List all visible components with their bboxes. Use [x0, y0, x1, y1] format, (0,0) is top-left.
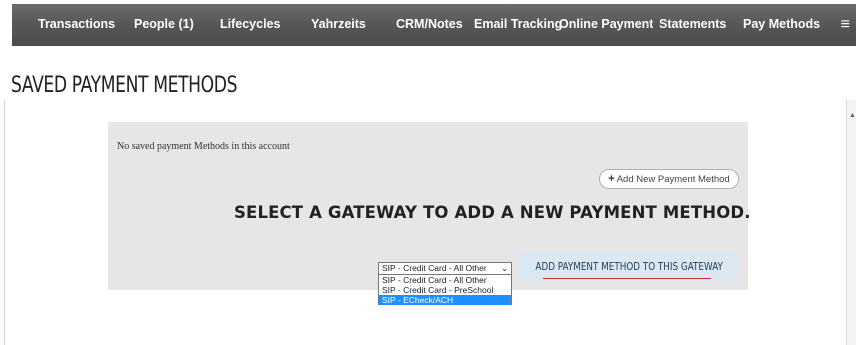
nav-yahrzeits[interactable]: Yahrzeits — [311, 17, 366, 31]
chevron-down-icon: ⌄ — [501, 264, 508, 273]
select-gateway-heading: SELECT A GATEWAY TO ADD A NEW PAYMENT ME… — [234, 203, 751, 222]
no-saved-methods-text: No saved payment Methods in this account — [117, 141, 290, 152]
nav-email-tracking[interactable]: Email Tracking — [474, 17, 562, 31]
nav-crm-notes[interactable]: CRM/Notes — [396, 17, 463, 31]
nav-people[interactable]: People (1) — [134, 17, 194, 31]
page-title: SAVED PAYMENT METHODS — [11, 73, 238, 98]
add-payment-method-to-gateway-button[interactable]: ADD PAYMENT METHOD TO THIS GATEWAY — [519, 251, 739, 281]
left-divider — [4, 100, 5, 345]
annotation-underline — [543, 278, 711, 279]
gateway-select-value: SIP - Credit Card - All Other — [382, 263, 487, 273]
gateway-dropdown-list[interactable]: SIP - Credit Card - All Other SIP - Cred… — [378, 274, 512, 305]
add-new-payment-method-label: Add New Payment Method — [616, 173, 730, 185]
nav-lifecycles[interactable]: Lifecycles — [220, 17, 280, 31]
payment-methods-panel: No saved payment Methods in this account… — [108, 122, 751, 305]
scroll-up-arrow-icon[interactable]: ▲ — [849, 112, 856, 119]
right-scroll-panel[interactable] — [846, 100, 856, 345]
add-new-payment-method-button[interactable]: + Add New Payment Method — [599, 169, 739, 189]
plus-icon: + — [608, 173, 615, 185]
hamburger-menu-icon[interactable]: ≡ — [841, 16, 850, 34]
nav-pay-methods[interactable]: Pay Methods — [743, 17, 820, 31]
gateway-option-credit-card-all-other[interactable]: SIP - Credit Card - All Other — [379, 275, 511, 285]
nav-online-payment[interactable]: Online Payment — [559, 17, 653, 31]
add-payment-method-to-gateway-label: ADD PAYMENT METHOD TO THIS GATEWAY — [535, 259, 723, 273]
gateway-option-credit-card-preschool[interactable]: SIP - Credit Card - PreSchool — [379, 285, 511, 295]
nav-statements[interactable]: Statements — [659, 17, 726, 31]
nav-transactions[interactable]: Transactions — [38, 17, 115, 31]
top-nav-bar: Transactions People (1) Lifecycles Yahrz… — [12, 4, 856, 46]
gateway-option-echeck-ach[interactable]: SIP - ECheck/ACH — [379, 295, 511, 305]
